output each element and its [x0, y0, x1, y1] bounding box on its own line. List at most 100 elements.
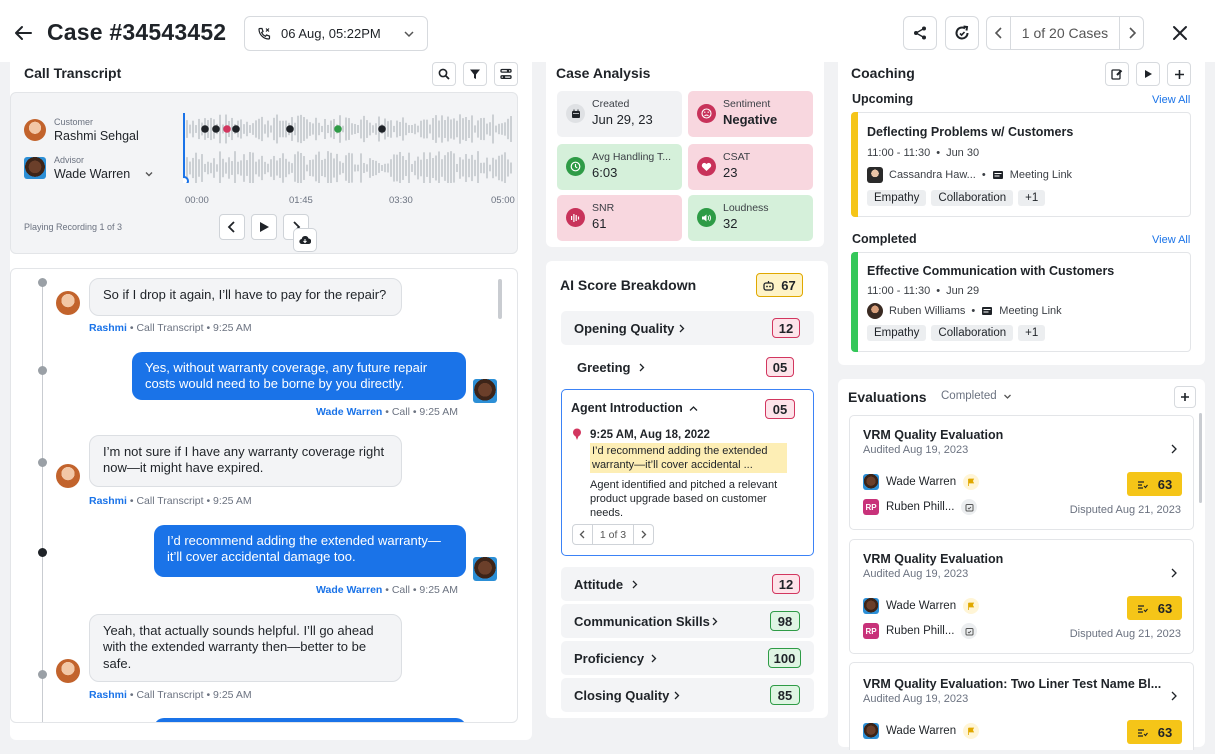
evaluation-score-value: 63 [1157, 476, 1173, 492]
tile-label: Sentiment [723, 98, 771, 110]
tile-label: Avg Handling T... [592, 151, 671, 163]
criterion-greeting[interactable]: Greeting 05 [561, 350, 814, 384]
coaching-card-time: 11:00 - 11:30 • Jun 29 [867, 285, 980, 297]
chevron-right-icon [651, 654, 657, 663]
chevron-right-icon[interactable] [1170, 568, 1177, 578]
criterion-communication-skills[interactable]: Communication Skills 98 [561, 604, 814, 638]
add-coaching-button[interactable] [1167, 62, 1191, 86]
evidence-next-button[interactable] [633, 525, 653, 544]
criterion-opening-quality[interactable]: Opening Quality 12 [561, 311, 814, 345]
volume-icon [697, 208, 716, 227]
advisor-avatar [473, 557, 497, 581]
advisor-avatar [473, 379, 497, 403]
share-button[interactable] [903, 16, 937, 50]
sliders-icon [500, 68, 512, 80]
plus-icon [1181, 393, 1189, 401]
tag-chip-more[interactable]: +1 [1018, 325, 1046, 341]
play-icon [1145, 70, 1152, 78]
filter-value: Completed [941, 390, 997, 402]
ai-score-title: AI Score Breakdown [560, 277, 697, 293]
criterion-agent-introduction[interactable]: Agent Introduction 05 9:25 AM, Aug 18, 2… [561, 389, 814, 556]
robot-icon [763, 280, 774, 291]
edit-coaching-button[interactable] [1105, 62, 1129, 86]
advisor-row[interactable]: Advisor Wade Warren [24, 155, 154, 181]
chevron-right-icon [1128, 27, 1136, 39]
play-coaching-button[interactable] [1136, 62, 1160, 86]
previous-recording-button[interactable] [219, 214, 245, 240]
download-button[interactable] [293, 228, 317, 252]
evidence-prev-button[interactable] [573, 525, 593, 544]
case-analysis-title: Case Analysis [556, 65, 651, 81]
back-arrow-icon[interactable] [12, 22, 34, 44]
criterion-proficiency[interactable]: Proficiency 100 [561, 641, 814, 675]
reviewer-initials-avatar: RP [863, 499, 879, 515]
add-evaluation-button[interactable] [1174, 386, 1196, 408]
play-button[interactable] [251, 214, 277, 240]
criterion-closing-quality[interactable]: Closing Quality 85 [561, 678, 814, 712]
score-list-icon [1137, 480, 1148, 489]
session-time: 11:00 - 11:30 [867, 285, 931, 297]
detail-time: 9:25 AM, Aug 18, 2022 [590, 429, 710, 441]
settings-button[interactable] [494, 62, 518, 86]
coach-name: Ruben Williams [889, 305, 966, 317]
meeting-link[interactable]: Meeting Link [1010, 169, 1072, 181]
evaluation-reviewer-row: RP Ruben Phill... [863, 499, 978, 515]
next-case-button[interactable] [1119, 17, 1143, 49]
criterion-score: 05 [766, 357, 794, 377]
audio-waveform[interactable] [183, 111, 515, 183]
chevron-right-icon[interactable] [1170, 691, 1177, 701]
tag-chip: Collaboration [931, 325, 1014, 341]
clock-icon [566, 157, 585, 176]
evaluation-card[interactable]: VRM Quality Evaluation Audited Aug 19, 2… [849, 415, 1194, 530]
message-meta: Wade Warren • Call • 9:25 AM [316, 406, 458, 418]
filter-button[interactable] [463, 62, 487, 86]
search-button[interactable] [432, 62, 456, 86]
criterion-attitude[interactable]: Attitude 12 [561, 567, 814, 601]
tag-chip: Collaboration [931, 190, 1014, 206]
message-author: Wade Warren [316, 406, 383, 418]
scrollbar[interactable] [498, 279, 502, 319]
completed-coaching-card[interactable]: Effective Communication with Customers 1… [851, 252, 1191, 352]
close-icon[interactable] [1168, 21, 1192, 45]
criterion-label: Closing Quality [574, 688, 670, 703]
criterion-score: 100 [768, 648, 801, 668]
date-dropdown[interactable]: 06 Aug, 05:22PM [244, 16, 428, 51]
agent-name: Wade Warren [886, 476, 957, 488]
snr-tile: SNR 61 [557, 195, 682, 241]
tag-chip: Empathy [867, 190, 927, 206]
meeting-icon [992, 171, 1003, 179]
chevron-down-icon [145, 172, 153, 177]
evaluation-card[interactable]: VRM Quality Evaluation: Two Liner Test N… [849, 662, 1194, 750]
refresh-button[interactable] [945, 16, 979, 50]
evaluations-scrollbar[interactable] [1199, 413, 1202, 503]
completed-view-all-link[interactable]: View All [1152, 234, 1190, 246]
transcript-title: Call Transcript [24, 65, 122, 81]
upcoming-coaching-card[interactable]: Deflecting Problems w/ Customers 11:00 -… [851, 112, 1191, 217]
message-meta: Rashmi • Call Transcript • 9:25 AM [89, 322, 252, 334]
flag-icon [963, 598, 980, 614]
agent-name: Wade Warren [886, 600, 957, 612]
message-bubble: So if I drop it again, I’ll have to pay … [89, 278, 402, 316]
event-marker [286, 125, 294, 133]
loudness-tile: Loudness 32 [688, 195, 813, 241]
prev-case-button[interactable] [987, 17, 1011, 49]
session-date: Jun 29 [946, 285, 980, 297]
meeting-link[interactable]: Meeting Link [999, 305, 1061, 317]
timeline-line [42, 281, 43, 722]
advisor-role: Advisor [54, 155, 85, 165]
disputed-label: Disputed Aug 21, 2023 [1069, 504, 1181, 516]
csat-tile: CSAT 23 [688, 144, 813, 190]
evaluations-filter-dropdown[interactable]: Completed [941, 390, 1012, 402]
customer-name: Rashmi Sehgal [54, 129, 139, 143]
chevron-right-icon [712, 617, 718, 626]
sentiment-tile: Sentiment Negative [688, 91, 813, 137]
search-icon [438, 68, 450, 80]
tag-chip-more[interactable]: +1 [1018, 190, 1046, 206]
evaluation-audited: Audited Aug 19, 2023 [863, 444, 969, 456]
chevron-right-icon[interactable] [1170, 444, 1177, 454]
evaluation-card[interactable]: VRM Quality Evaluation Audited Aug 19, 2… [849, 539, 1194, 654]
chevron-up-icon [689, 406, 698, 411]
criterion-label: Greeting [577, 360, 631, 375]
upcoming-view-all-link[interactable]: View All [1152, 94, 1190, 106]
score-list-icon [1137, 604, 1148, 613]
